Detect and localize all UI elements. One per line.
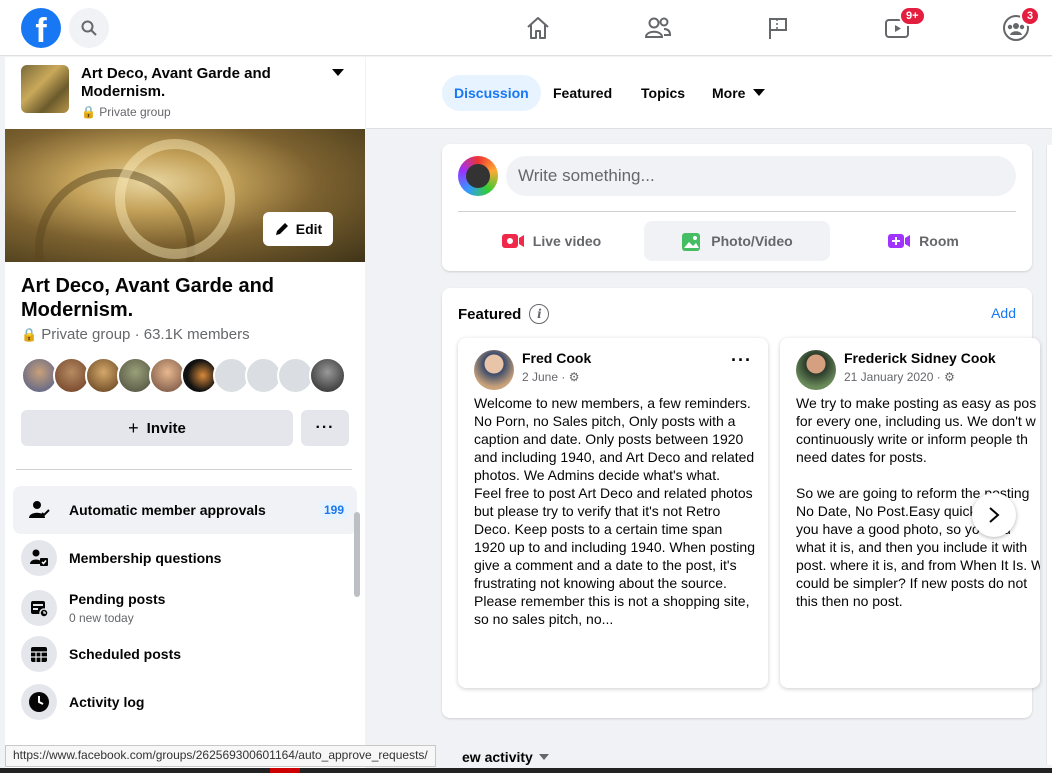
live-video-icon xyxy=(501,234,524,248)
room-button[interactable]: Room xyxy=(830,221,1016,261)
plus-icon: + xyxy=(128,417,139,438)
group-name-small: Art Deco, Avant Garde and Modernism. xyxy=(81,65,271,100)
globe-icon: ⚙ xyxy=(944,370,955,384)
post-date[interactable]: 2 June · ⚙ xyxy=(522,370,579,384)
menu-item-pending-posts[interactable]: Pending posts 0 new today xyxy=(13,582,357,634)
sidebar-scrollbar[interactable] xyxy=(354,512,360,597)
divider xyxy=(16,469,352,470)
groups-badge: 3 xyxy=(1020,6,1041,26)
chevron-right-icon xyxy=(989,507,1000,523)
avatar[interactable] xyxy=(474,350,514,390)
live-video-button[interactable]: Live video xyxy=(458,221,644,261)
featured-title: Featured i xyxy=(458,304,550,324)
nav-friends-button[interactable] xyxy=(642,12,674,44)
group-thumbnail xyxy=(21,65,69,113)
post-options-button[interactable]: ··· xyxy=(731,350,752,371)
search-icon xyxy=(81,20,97,36)
activity-log-icon xyxy=(21,684,57,720)
avatar[interactable] xyxy=(796,350,836,390)
post-author[interactable]: Fred Cook xyxy=(522,350,591,366)
add-featured-link[interactable]: Add xyxy=(991,305,1016,321)
tab-topics[interactable]: Topics xyxy=(629,75,697,111)
menu-item-activity-log[interactable]: Activity log xyxy=(13,678,357,726)
chevron-down-icon[interactable] xyxy=(332,69,344,76)
right-panel-edge xyxy=(1046,145,1052,765)
group-privacy-small: 🔒 Private group xyxy=(81,105,171,119)
status-bar-url: https://www.facebook.com/groups/26256930… xyxy=(5,745,436,767)
carousel-next-button[interactable] xyxy=(972,493,1016,537)
post-date[interactable]: 21 January 2020 · ⚙ xyxy=(844,370,955,384)
member-approval-icon xyxy=(21,492,57,528)
membership-questions-icon xyxy=(21,540,57,576)
globe-icon: ⚙ xyxy=(568,370,580,384)
taskbar-strip xyxy=(0,768,1052,773)
group-name-large: Art Deco, Avant Garde and Modernism. xyxy=(21,275,275,321)
lock-icon: 🔒 xyxy=(81,105,96,119)
tab-discussion[interactable]: Discussion xyxy=(442,75,541,111)
count-badge: 199 xyxy=(318,501,349,519)
home-icon xyxy=(527,17,549,39)
tab-featured[interactable]: Featured xyxy=(541,75,624,111)
nav-groups-button[interactable]: 3 xyxy=(1000,6,1041,44)
pending-posts-icon xyxy=(21,590,57,626)
featured-post-card[interactable]: Fred Cook 2 June · ⚙ ··· Welcome to new … xyxy=(458,338,768,688)
menu-item-membership-questions[interactable]: Membership questions xyxy=(13,534,357,582)
nav-home-button[interactable] xyxy=(522,12,554,44)
group-more-options-button[interactable]: ··· xyxy=(301,410,349,446)
invite-button[interactable]: + Invite xyxy=(21,410,293,446)
group-header-compact[interactable]: Art Deco, Avant Garde and Modernism. 🔒 P… xyxy=(5,57,365,127)
caret-down-icon xyxy=(538,753,549,760)
pages-flag-icon xyxy=(769,18,787,39)
avatar[interactable] xyxy=(309,357,346,394)
group-admin-sidebar: Art Deco, Avant Garde and Modernism. 🔒 P… xyxy=(5,57,365,773)
pencil-icon xyxy=(275,223,288,235)
info-icon[interactable]: i xyxy=(529,304,550,324)
menu-item-automatic-member-approvals[interactable]: Automatic member approvals 199 xyxy=(13,486,357,534)
edit-cover-button[interactable]: Edit xyxy=(263,212,333,246)
group-meta: 🔒 Private group · 63.1K members xyxy=(21,326,250,343)
photo-icon xyxy=(682,233,701,251)
tab-more[interactable]: More xyxy=(700,75,777,111)
avatar[interactable] xyxy=(458,156,498,196)
watch-badge: 9+ xyxy=(899,6,926,26)
pending-posts-sub: 0 new today xyxy=(69,611,134,625)
group-tabs-bar: Discussion Featured Topics More xyxy=(366,57,1052,129)
lock-icon: 🔒 xyxy=(21,326,38,342)
caret-down-icon xyxy=(753,89,766,96)
menu-item-scheduled-posts[interactable]: Scheduled posts xyxy=(13,630,357,678)
divider xyxy=(458,211,1016,212)
photo-video-button[interactable]: Photo/Video xyxy=(644,221,830,261)
group-cover-photo: Edit xyxy=(5,129,365,262)
top-navigation-bar: f 9+ 3 xyxy=(0,0,1052,56)
search-button[interactable] xyxy=(69,8,109,48)
nav-watch-button[interactable]: 9+ xyxy=(881,6,926,44)
room-icon xyxy=(888,234,911,248)
post-author[interactable]: Frederick Sidney Cook xyxy=(844,350,996,366)
post-composer: Write something... Live video Photo/Vide… xyxy=(442,144,1032,271)
featured-section: Featured i Add Fred Cook 2 June · ⚙ ··· … xyxy=(442,288,1040,718)
scheduled-posts-icon xyxy=(21,636,57,672)
write-something-input[interactable]: Write something... xyxy=(506,156,1016,196)
sort-new-activity[interactable]: ew activity xyxy=(462,749,549,765)
friends-icon xyxy=(644,17,672,38)
facebook-logo[interactable]: f xyxy=(21,8,61,48)
post-body: Welcome to new members, a few reminders.… xyxy=(474,395,755,627)
nav-pages-button[interactable] xyxy=(762,12,794,44)
